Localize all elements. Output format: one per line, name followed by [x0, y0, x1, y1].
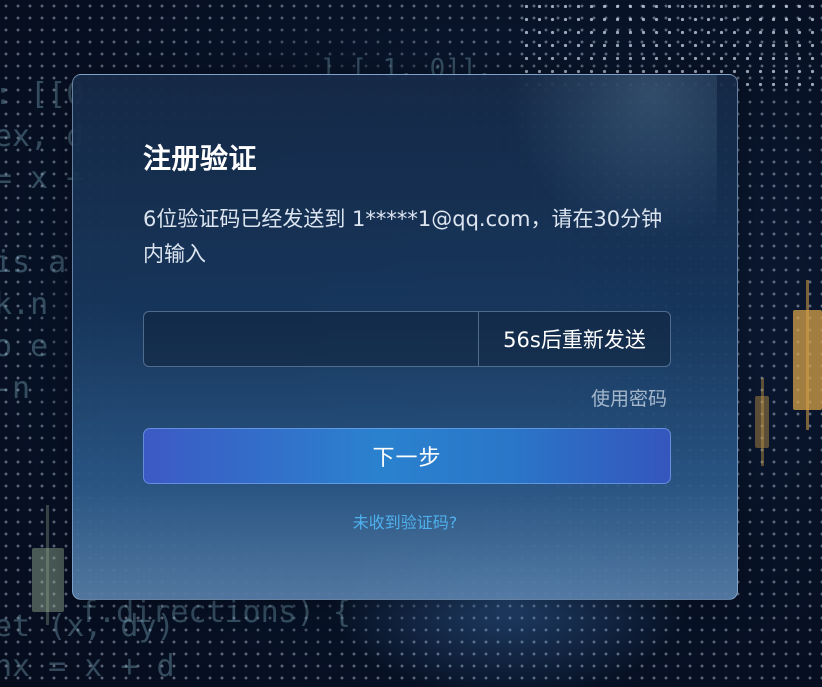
verification-description: 6位验证码已经发送到 1*****1@qq.com，请在30分钟内输入 [143, 207, 663, 266]
verification-code-row: 56s后重新发送 [143, 311, 671, 367]
background-code-decoration: o e [0, 329, 49, 364]
background-code-decoration: et (x, dy) [0, 609, 175, 644]
next-step-button[interactable]: 下一步 [143, 428, 671, 484]
background-candle [32, 548, 64, 612]
verification-code-input[interactable] [144, 312, 478, 366]
background-candle [793, 310, 822, 410]
background-code-decoration: -n [0, 371, 31, 406]
dialog-title: 注册验证 [143, 142, 258, 175]
background-candle [755, 396, 769, 448]
background-code-decoration: nx = x + d [0, 649, 175, 684]
no-code-received-link[interactable]: 未收到验证码? [73, 511, 737, 535]
resend-code-button[interactable]: 56s后重新发送 [478, 312, 670, 366]
background-code-decoration: is a [0, 245, 67, 280]
register-verification-dialog: 注册验证 6位验证码已经发送到 1*****1@qq.com，请在30分钟内输入… [72, 74, 738, 600]
use-password-link[interactable]: 使用密码 [591, 385, 667, 413]
background-code-decoration: k.n [0, 287, 49, 322]
